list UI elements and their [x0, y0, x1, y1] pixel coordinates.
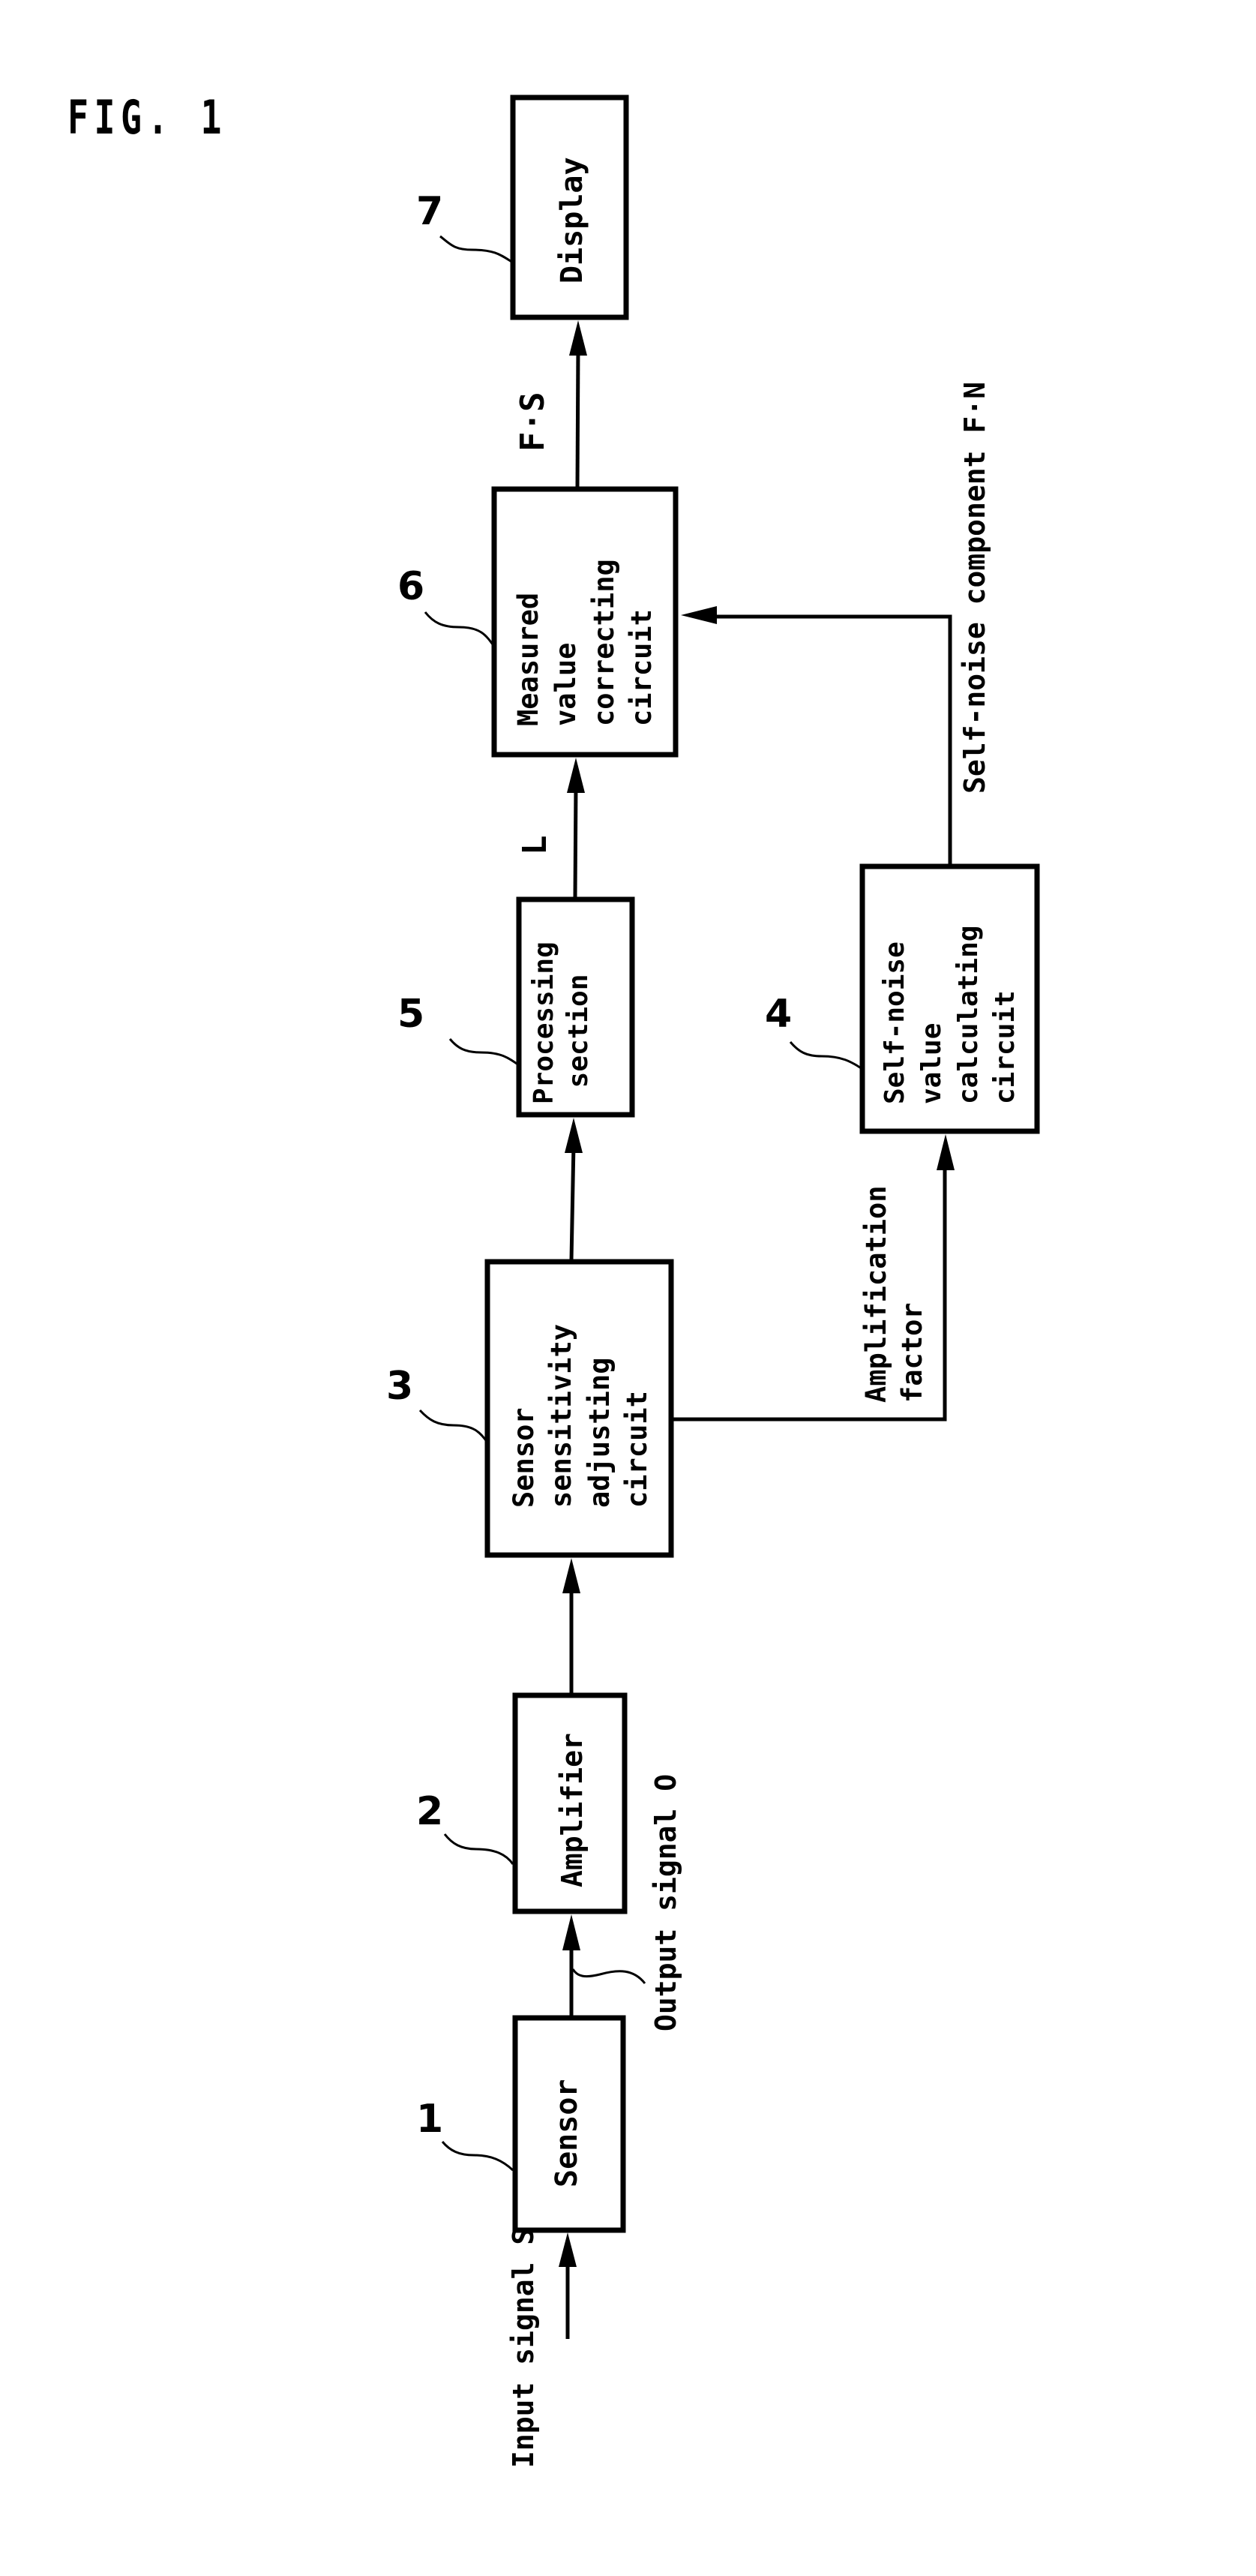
ref-number-5: 5 — [397, 992, 425, 1037]
fs-signal-label: F·S — [514, 392, 552, 452]
input-signal-label: Input signal S — [507, 2227, 540, 2468]
output-signal-label: Output signal O — [649, 1773, 682, 2031]
amplifier-arrowhead-icon — [562, 1914, 580, 1950]
leader-2 — [443, 1833, 514, 1865]
leader-3 — [418, 1409, 489, 1443]
leader-1 — [441, 2141, 514, 2172]
leader-6 — [424, 611, 496, 647]
self-noise-arrowhead-icon — [937, 1134, 955, 1170]
leader-7 — [439, 235, 514, 264]
l-signal-label: L — [516, 835, 554, 856]
correcting-arrowhead-icon — [567, 758, 585, 793]
block-diagram — [418, 95, 1040, 2339]
sensor-sensitivity-adjusting-label: Sensor sensitivity adjusting circuit — [508, 1323, 653, 1508]
ref-number-4: 4 — [765, 992, 793, 1037]
display-arrowhead-icon — [569, 320, 587, 356]
self-noise-calculating-label: Self-noise value calculating circuit — [880, 925, 1021, 1104]
measured-value-correcting-label: Measured value correcting circuit — [512, 559, 658, 726]
processing-arrowhead-icon — [565, 1118, 583, 1153]
leader-output-signal — [571, 1968, 646, 1984]
display-label: Display — [555, 157, 589, 284]
leader-4 — [789, 1041, 863, 1070]
figure-title: FIG. 1 — [67, 90, 227, 145]
leader-5 — [448, 1038, 520, 1067]
sensitivity-output-wire — [569, 1143, 576, 1261]
ref-number-6: 6 — [397, 564, 425, 609]
sensor-label: Sensor — [550, 2079, 584, 2188]
amplifier-label: Amplifier — [556, 1733, 589, 1887]
amplification-factor-label: Amplification factor — [860, 1185, 929, 1403]
sensitivity-arrowhead-icon — [562, 1558, 580, 1593]
l-signal-wire — [573, 783, 578, 899]
ref-number-7: 7 — [416, 189, 444, 234]
fs-signal-wire — [575, 346, 580, 488]
ref-number-3: 3 — [386, 1364, 414, 1409]
processing-section-label: Processing section — [529, 941, 595, 1104]
self-noise-component-label: Self-noise component F·N — [958, 381, 991, 794]
feedback-arrowhead-icon — [681, 606, 717, 624]
input-arrowhead-icon — [559, 2232, 577, 2267]
ref-number-1: 1 — [416, 2097, 444, 2142]
self-noise-feedback-wire — [709, 614, 952, 865]
ref-number-2: 2 — [416, 1789, 444, 1834]
